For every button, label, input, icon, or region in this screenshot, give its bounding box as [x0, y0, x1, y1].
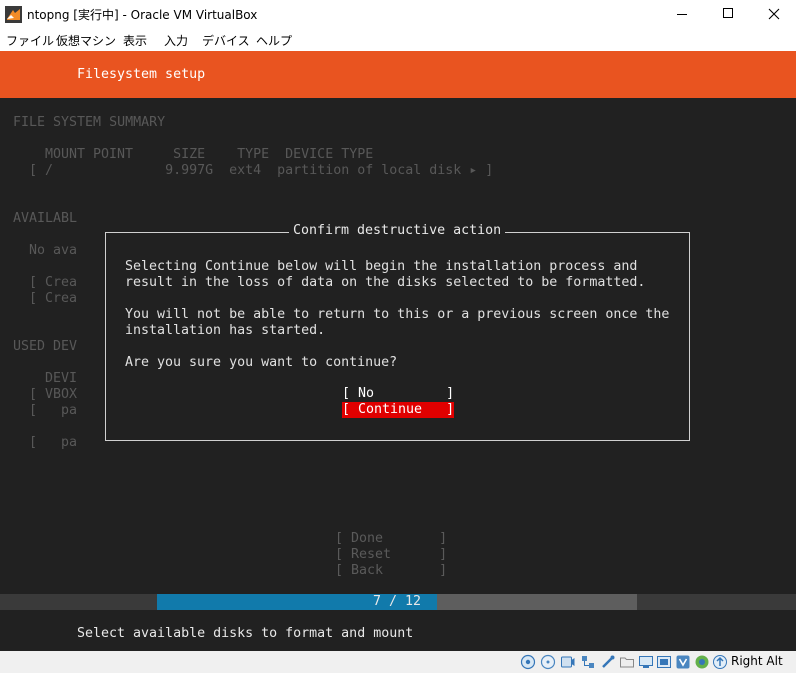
progress-label: 7 / 12 — [372, 594, 422, 609]
close-button[interactable] — [751, 0, 796, 29]
no-available-devices-text: No ava — [29, 243, 78, 258]
create-software-raid-button[interactable]: [ Crea — [29, 275, 77, 291]
shared-folder-icon[interactable] — [619, 654, 635, 670]
dialog-message-line-3: You will not be able to return to this o… — [125, 307, 670, 322]
used-partition-2[interactable]: [ pa — [29, 435, 77, 451]
no-button[interactable]: [ No ] — [342, 386, 454, 402]
recording-icon[interactable] — [675, 654, 691, 670]
footer-help-text: Select available disks to format and mou… — [77, 626, 414, 641]
hard-disk-icon[interactable] — [520, 654, 536, 670]
vm-display[interactable]: Filesystem setup FILE SYSTEM SUMMARY MOU… — [0, 51, 796, 651]
available-devices-heading: AVAILABL — [13, 211, 78, 226]
maximize-button[interactable] — [705, 0, 751, 29]
dialog-message-line-1: Selecting Continue below will begin the … — [125, 259, 638, 274]
status-bar: Right Alt — [0, 651, 796, 673]
audio-icon[interactable] — [560, 654, 576, 670]
virtualbox-app-icon — [5, 6, 22, 23]
menu-file[interactable]: ファイル — [6, 32, 54, 49]
confirm-dialog: Confirm destructive action Selecting Con… — [105, 223, 690, 441]
menu-input[interactable]: 入力 — [164, 32, 188, 49]
video-capture-icon[interactable] — [656, 654, 672, 670]
dialog-title: Confirm destructive action — [289, 223, 506, 239]
optical-drive-icon[interactable] — [540, 654, 556, 670]
host-key-label[interactable]: Right Alt — [731, 654, 783, 668]
menu-view[interactable]: 表示 — [123, 32, 147, 49]
fs-summary-heading: FILE SYSTEM SUMMARY — [13, 115, 166, 130]
fs-root-row[interactable]: [ / 9.997G ext4 partition of local disk … — [29, 163, 493, 179]
used-device-vbox[interactable]: [ VBOX — [29, 387, 77, 403]
back-button[interactable]: [ Back ] — [335, 563, 447, 579]
display-icon[interactable] — [638, 654, 654, 670]
close-icon — [768, 8, 780, 20]
used-devices-heading: USED DEV — [13, 339, 78, 354]
minimize-button[interactable] — [659, 0, 705, 29]
dialog-message-line-4: installation has started. — [125, 323, 326, 338]
minimize-icon — [677, 14, 687, 15]
menu-devices[interactable]: デバイス — [202, 32, 250, 49]
installer-title: Filesystem setup — [77, 67, 206, 82]
create-volume-group-button[interactable]: [ Crea — [29, 291, 77, 307]
network-icon[interactable] — [580, 654, 596, 670]
fs-column-headers: MOUNT POINT SIZE TYPE DEVICE TYPE — [45, 147, 374, 162]
window-titlebar[interactable]: ntopng [実行中] - Oracle VM VirtualBox — [0, 0, 796, 29]
used-partition-1[interactable]: [ pa — [29, 403, 77, 419]
mouse-integration-icon[interactable] — [712, 654, 728, 670]
maximize-icon — [723, 8, 733, 18]
done-button[interactable]: [ Done ] — [335, 531, 447, 547]
continue-button[interactable]: [ Continue ] — [342, 402, 454, 418]
virtualization-icon[interactable] — [694, 654, 710, 670]
reset-button[interactable]: [ Reset ] — [335, 547, 447, 563]
menu-help[interactable]: ヘルプ — [256, 32, 292, 49]
menu-bar: ファイル 仮想マシン 表示 入力 デバイス ヘルプ — [0, 29, 796, 51]
menu-machine[interactable]: 仮想マシン — [56, 32, 116, 49]
window-title: ntopng [実行中] - Oracle VM VirtualBox — [27, 8, 258, 22]
dialog-message-line-2: result in the loss of data on the disks … — [125, 275, 646, 290]
used-devices-column: DEVI — [45, 371, 78, 386]
usb-icon[interactable] — [600, 654, 616, 670]
dialog-question: Are you sure you want to continue? — [125, 355, 398, 370]
